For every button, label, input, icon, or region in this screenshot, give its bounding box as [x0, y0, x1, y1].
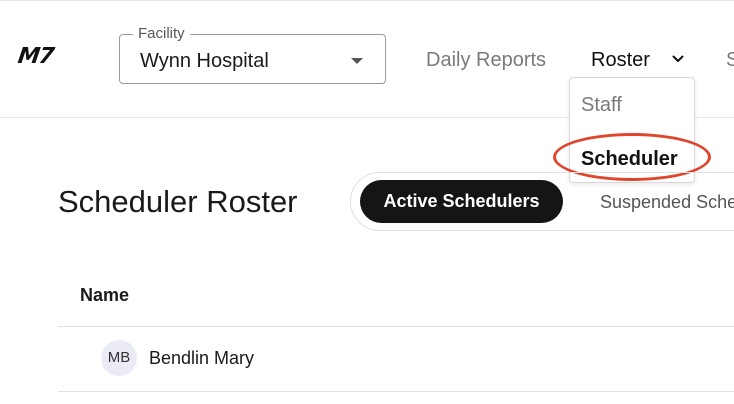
table-divider — [58, 391, 734, 392]
page-title: Scheduler Roster — [58, 184, 298, 219]
tab-suspended-schedulers[interactable]: Suspended Schedulers — [600, 190, 734, 214]
column-header-name[interactable]: Name — [80, 284, 129, 306]
facility-select[interactable]: Facility Wynn Hospital — [119, 24, 386, 84]
avatar: MB — [101, 340, 137, 376]
facility-value: Wynn Hospital — [140, 50, 269, 72]
facility-label: Facility — [133, 24, 190, 44]
tab-active-schedulers[interactable]: Active Schedulers — [360, 180, 563, 223]
table-row-name[interactable]: Bendlin Mary — [149, 347, 254, 369]
nav-daily-reports[interactable]: Daily Reports — [426, 48, 546, 72]
caret-down-icon — [351, 58, 363, 64]
roster-dropdown-menu: Staff Scheduler — [569, 77, 695, 183]
nav-roster[interactable]: Roster — [591, 48, 650, 72]
chevron-down-icon[interactable] — [672, 53, 684, 65]
m7-logo[interactable]: M7 — [16, 44, 55, 69]
nav-item-truncated[interactable]: S — [726, 48, 734, 72]
table-divider — [58, 326, 734, 327]
menu-item-scheduler[interactable]: Scheduler — [581, 147, 678, 171]
menu-item-staff[interactable]: Staff — [581, 93, 622, 117]
